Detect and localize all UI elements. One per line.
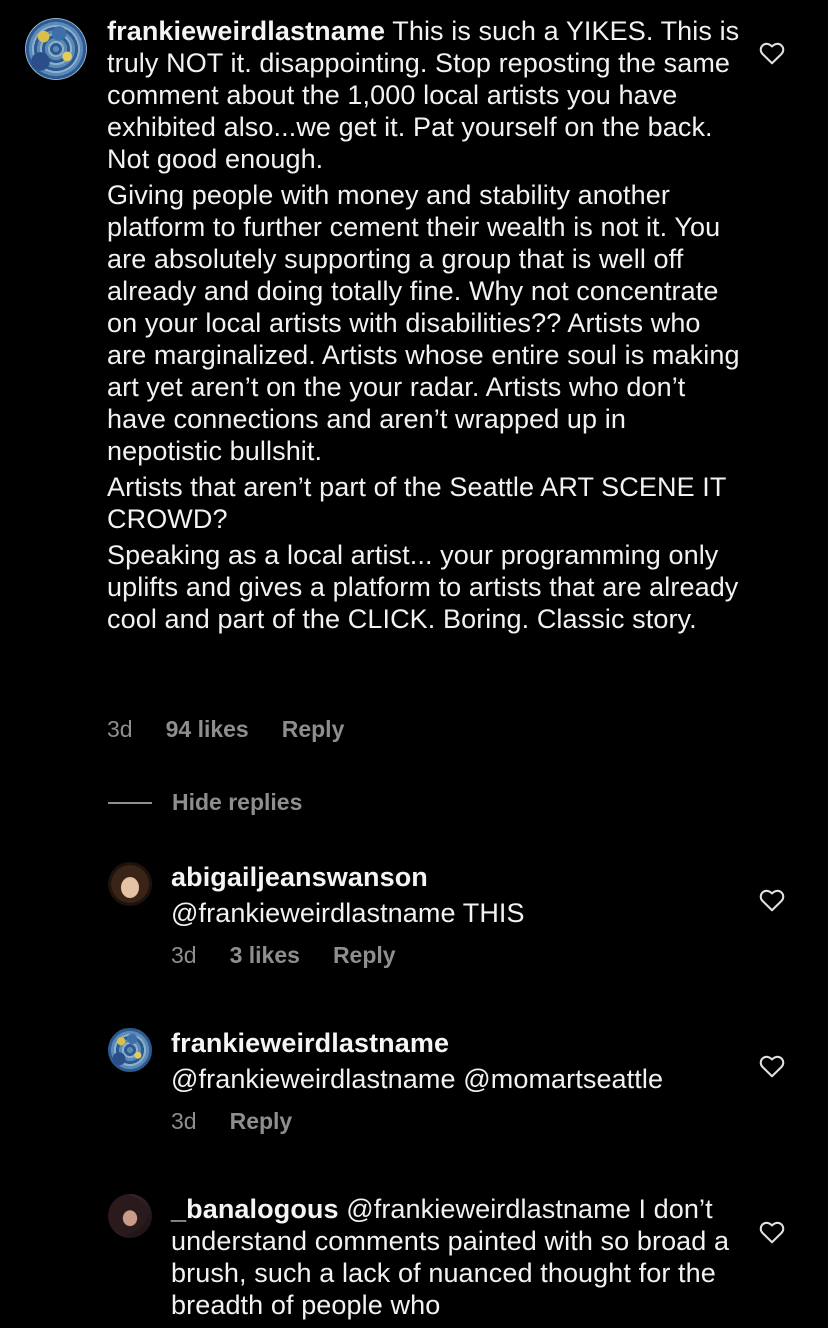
comment-username[interactable]: _banalogous: [171, 1194, 339, 1224]
reply-body: frankieweirdlastname @frankieweirdlastna…: [171, 1027, 741, 1095]
reply-username: frankieweirdlastname: [171, 1027, 741, 1059]
likes-count[interactable]: 94 likes: [166, 716, 249, 743]
avatar[interactable]: [25, 18, 87, 80]
reply-text: @frankieweirdlastname THIS: [171, 898, 525, 928]
avatar[interactable]: [108, 862, 152, 906]
divider-line: [108, 801, 152, 804]
reply-button[interactable]: Reply: [282, 716, 345, 743]
comment-paragraph: frankieweirdlastname This is such a YIKE…: [107, 15, 747, 175]
avatar[interactable]: [108, 1028, 152, 1072]
comment-time: 3d: [107, 716, 133, 742]
reply-button[interactable]: Reply: [333, 942, 396, 969]
comment-username[interactable]: frankieweirdlastname: [107, 16, 385, 46]
comment-body: frankieweirdlastname This is such a YIKE…: [107, 15, 747, 635]
heart-outline-icon[interactable]: [759, 1054, 785, 1078]
avatar[interactable]: [108, 1194, 152, 1238]
reply-text: _banalogous @frankieweirdlastname I don’…: [171, 1193, 741, 1321]
comment-username[interactable]: abigailjeanswanson: [171, 862, 428, 892]
comment-time: 3d: [171, 942, 197, 968]
comment-paragraph: Giving people with money and stability a…: [107, 180, 740, 466]
comment-meta: 3d 94 likes Reply: [107, 716, 344, 743]
comment-meta: 3d 3 likes Reply: [171, 942, 396, 969]
comment-username[interactable]: frankieweirdlastname: [171, 1028, 449, 1058]
reply-button[interactable]: Reply: [230, 1108, 293, 1135]
reply-username: abigailjeanswanson: [171, 861, 741, 893]
heart-outline-icon[interactable]: [759, 1220, 785, 1244]
heart-outline-icon[interactable]: [759, 888, 785, 912]
likes-count[interactable]: 3 likes: [230, 942, 300, 969]
comment-paragraph: Speaking as a local artist... your progr…: [107, 540, 739, 634]
heart-outline-icon[interactable]: [759, 41, 785, 65]
reply-body: abigailjeanswanson @frankieweirdlastname…: [171, 861, 741, 929]
hide-replies-label: Hide replies: [172, 789, 303, 815]
comment-meta: 3d Reply: [171, 1108, 292, 1135]
comment-paragraph: Artists that aren’t part of the Seattle …: [107, 472, 726, 534]
comment-time: 3d: [171, 1108, 197, 1134]
hide-replies-button[interactable]: Hide replies: [108, 789, 302, 816]
reply-body: _banalogous @frankieweirdlastname I don’…: [171, 1193, 741, 1321]
reply-text: @frankieweirdlastname @momartseattle: [171, 1064, 664, 1094]
